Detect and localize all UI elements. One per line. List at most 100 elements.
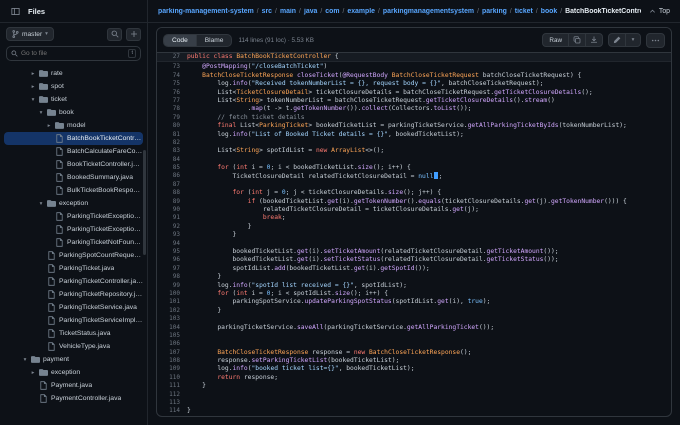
line-number[interactable]: 76 (157, 89, 187, 97)
line-number[interactable]: 94 (157, 240, 187, 248)
code-tab[interactable]: Code (164, 34, 196, 46)
tree-item-parkingticketserviceimpl-ja-[interactable]: ParkingTicketServiceImpl.ja... (4, 314, 143, 327)
line-number[interactable]: 112 (157, 391, 187, 399)
line-number[interactable]: 101 (157, 298, 187, 306)
line-number[interactable]: 114 (157, 407, 187, 415)
tree-item-bulkticketbookresponse-j-[interactable]: BulkTicketBookResponse.j... (4, 184, 143, 197)
tree-item-parkingticketrepository-java[interactable]: ParkingTicketRepository.java (4, 288, 143, 301)
line-number[interactable]: 27 (157, 53, 187, 61)
code-line: 83 List<String> spotIdList = new ArrayLi… (157, 147, 671, 155)
tree-item-payment-java[interactable]: Payment.java (4, 379, 143, 392)
line-number[interactable]: 110 (157, 374, 187, 382)
tree-item-parkingticketexception-java[interactable]: ParkingTicketException.java (4, 210, 143, 223)
tree-item-bookticketcontroller-java[interactable]: BookTicketController.java (4, 158, 143, 171)
code-text: BatchCloseTicketResponse response = new … (217, 348, 472, 356)
tree-item-paymentcontroller-java[interactable]: PaymentController.java (4, 392, 143, 405)
line-number[interactable]: 73 (157, 63, 187, 71)
edit-dropdown-caret[interactable]: ▾ (625, 34, 640, 46)
breadcrumb-segment[interactable]: com (325, 8, 339, 15)
line-number[interactable]: 96 (157, 256, 187, 264)
breadcrumb-segment[interactable]: main (280, 8, 296, 15)
tree-item-exception[interactable]: ▸ exception (4, 366, 143, 379)
edit-icon[interactable] (609, 34, 625, 46)
breadcrumb-segment[interactable]: example (347, 8, 375, 15)
line-number[interactable]: 104 (157, 324, 187, 332)
tree-item-bookedsummary-java[interactable]: BookedSummary.java (4, 171, 143, 184)
tree-item-rate[interactable]: ▸ rate (4, 67, 143, 80)
tree-item-spot[interactable]: ▸ spot (4, 80, 143, 93)
line-number[interactable]: 111 (157, 382, 187, 390)
tree-item-parkingticketexceptionha-[interactable]: ParkingTicketExceptionHa... (4, 223, 143, 236)
line-number[interactable]: 108 (157, 357, 187, 365)
code-text: List<TicketClosureDetail> ticketClosureD… (217, 88, 593, 96)
line-number[interactable]: 83 (157, 147, 187, 155)
line-number[interactable]: 84 (157, 156, 187, 164)
add-file-icon[interactable] (126, 27, 141, 41)
breadcrumb-segment[interactable]: parking (482, 8, 507, 15)
line-number[interactable]: 105 (157, 332, 187, 340)
line-number[interactable]: 88 (157, 189, 187, 197)
collapse-sidebar-icon[interactable] (8, 5, 23, 18)
breadcrumb-repo-link[interactable]: parking-management-system (158, 8, 254, 15)
go-to-file-box[interactable]: t (6, 46, 141, 61)
breadcrumb-segment[interactable]: ticket (515, 8, 533, 15)
tree-item-payment[interactable]: ▾ payment (4, 353, 143, 366)
line-number[interactable]: 107 (157, 349, 187, 357)
line-number[interactable]: 74 (157, 72, 187, 80)
line-number[interactable]: 75 (157, 80, 187, 88)
tree-item-vehicletype-java[interactable]: VehicleType.java (4, 340, 143, 353)
breadcrumb-segment[interactable]: book (541, 8, 557, 15)
line-number[interactable]: 87 (157, 181, 187, 189)
line-number[interactable]: 109 (157, 365, 187, 373)
tree-item-ticketstatus-java[interactable]: TicketStatus.java (4, 327, 143, 340)
code-line: 107 BatchCloseTicketResponse response = … (157, 349, 671, 357)
line-number[interactable]: 89 (157, 198, 187, 206)
line-number[interactable]: 99 (157, 282, 187, 290)
branch-selector[interactable]: master ▾ (6, 27, 54, 41)
line-number[interactable]: 79 (157, 114, 187, 122)
line-number[interactable]: 106 (157, 340, 187, 348)
tree-item-parkingticketservice-java[interactable]: ParkingTicketService.java (4, 301, 143, 314)
line-number[interactable]: 92 (157, 223, 187, 231)
tree-item-exception[interactable]: ▾ exception (4, 197, 143, 210)
tree-item-model[interactable]: ▸ model (4, 119, 143, 132)
tree-item-parkingticketnotfoundex-[interactable]: ParkingTicketNotFoundEx... (4, 236, 143, 249)
breadcrumb-segment[interactable]: parkingmanagementsystem (383, 8, 474, 15)
tree-item-parkingticket-java[interactable]: ParkingTicket.java (4, 262, 143, 275)
line-number[interactable]: 97 (157, 265, 187, 273)
line-number[interactable]: 93 (157, 231, 187, 239)
more-options-icon[interactable] (646, 32, 665, 48)
line-number[interactable]: 102 (157, 307, 187, 315)
breadcrumb-segment[interactable]: src (262, 8, 272, 15)
download-icon[interactable] (585, 34, 602, 46)
line-number[interactable]: 100 (157, 290, 187, 298)
line-number[interactable]: 90 (157, 206, 187, 214)
breadcrumb-segment[interactable]: java (304, 8, 317, 15)
blame-tab[interactable]: Blame (195, 34, 232, 46)
raw-button[interactable]: Raw (543, 34, 568, 46)
tree-item-book[interactable]: ▾ book (4, 106, 143, 119)
copy-icon[interactable] (568, 34, 585, 46)
go-to-file-input[interactable] (21, 50, 126, 57)
line-number[interactable]: 95 (157, 248, 187, 256)
line-number[interactable]: 80 (157, 122, 187, 130)
tree-item-batchbookticketcontroller-[interactable]: BatchBookTicketController... (4, 132, 143, 145)
back-to-top-link[interactable]: Top (641, 8, 670, 15)
tree-item-parkingspotcountrequest-j-[interactable]: ParkingSpotCountRequest.j... (4, 249, 143, 262)
search-icon[interactable] (107, 27, 122, 41)
line-number[interactable]: 91 (157, 214, 187, 222)
line-number[interactable]: 113 (157, 399, 187, 407)
line-number[interactable]: 77 (157, 97, 187, 105)
line-number[interactable]: 85 (157, 164, 187, 172)
line-number[interactable]: 78 (157, 105, 187, 113)
line-number[interactable]: 86 (157, 172, 187, 180)
line-number[interactable]: 81 (157, 131, 187, 139)
tree-item-parkingticketcontroller-java[interactable]: ParkingTicketController.java (4, 275, 143, 288)
line-number[interactable]: 103 (157, 315, 187, 323)
sidebar-scrollbar[interactable] (143, 150, 146, 255)
tree-item-ticket[interactable]: ▾ ticket (4, 93, 143, 106)
tree-item-batchcalculatefarecontroll-[interactable]: BatchCalculateFareControll... (4, 145, 143, 158)
code-text: relatedTicketClosureDetail = ticketClosu… (262, 206, 479, 214)
line-number[interactable]: 98 (157, 273, 187, 281)
line-number[interactable]: 82 (157, 139, 187, 147)
